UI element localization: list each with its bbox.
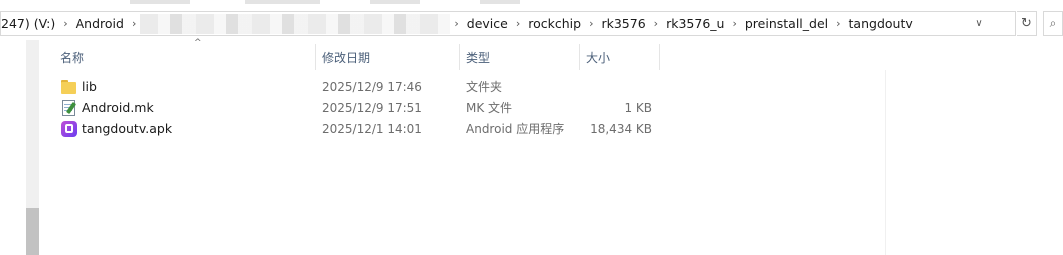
folder-icon — [60, 78, 78, 96]
column-divider — [885, 70, 886, 255]
breadcrumb-separator-icon[interactable]: › — [730, 17, 738, 30]
breadcrumb-separator-icon[interactable]: › — [652, 17, 660, 30]
column-header-label: 大小 — [586, 50, 611, 65]
breadcrumb-rockchip[interactable]: rockchip › — [522, 12, 595, 35]
column-header-label: 类型 — [466, 50, 491, 65]
file-date: 2025/12/9 17:51 — [322, 100, 422, 115]
breadcrumb-label: preinstall_del — [744, 16, 829, 31]
file-size: 18,434 KB — [590, 121, 652, 136]
breadcrumb-separator-icon[interactable]: › — [587, 17, 595, 30]
breadcrumb-label: rockchip — [528, 16, 582, 31]
file-row-android-mk[interactable]: Android.mk 2025/12/9 17:51 MK 文件 1 KB — [40, 97, 885, 118]
column-header-row: 名称 ^ 修改日期 类型 大小 — [40, 38, 1063, 70]
breadcrumb-device[interactable]: device › — [461, 12, 522, 35]
breadcrumb-separator-icon[interactable]: › — [514, 17, 522, 30]
breadcrumb-label: 247) (V:) — [1, 16, 56, 31]
file-type: 文件夹 — [466, 80, 503, 94]
breadcrumb-label: tangdoutv — [848, 16, 913, 31]
file-type: Android 应用程序 — [466, 122, 565, 136]
breadcrumb-label: rk3576_u — [666, 16, 725, 31]
sort-ascending-icon: ^ — [194, 38, 202, 48]
file-name: Android.mk — [82, 100, 154, 115]
column-header-type[interactable]: 类型 — [460, 44, 580, 70]
ribbon-remnant — [0, 0, 1063, 8]
breadcrumb-label: rk3576 — [601, 16, 646, 31]
column-header-size[interactable]: 大小 — [580, 44, 660, 70]
breadcrumb-separator-icon[interactable]: › — [834, 17, 842, 30]
column-header-label: 名称 — [60, 50, 85, 65]
refresh-icon[interactable]: ↻ — [1017, 11, 1037, 36]
breadcrumb-separator-icon[interactable]: › — [130, 17, 138, 30]
breadcrumb-label: device — [466, 16, 508, 31]
breadcrumb-android[interactable]: Android › — [70, 12, 139, 35]
nav-pane-scroll-thumb[interactable] — [26, 208, 39, 255]
breadcrumb-separator-icon[interactable]: › — [61, 17, 69, 30]
file-size — [580, 76, 652, 97]
file-date: 2025/12/9 17:46 — [322, 79, 422, 94]
breadcrumb-rk3576-u[interactable]: rk3576_u › — [660, 12, 739, 35]
breadcrumb-label: Android — [75, 16, 124, 31]
column-header-date[interactable]: 修改日期 — [316, 44, 460, 70]
breadcrumb-rk3576[interactable]: rk3576 › — [595, 12, 660, 35]
chevron-down-icon[interactable]: ∨ — [969, 12, 989, 35]
file-list: lib 2025/12/9 17:46 文件夹 Android.mk 2025/… — [40, 76, 885, 139]
file-name: lib — [82, 79, 97, 94]
file-row-lib[interactable]: lib 2025/12/9 17:46 文件夹 — [40, 76, 885, 97]
file-size: 1 KB — [624, 100, 652, 115]
file-row-tangdoutv-apk[interactable]: tangdoutv.apk 2025/12/1 14:01 Android 应用… — [40, 118, 885, 139]
breadcrumb-tangdoutv[interactable]: tangdoutv — [843, 12, 919, 35]
mk-file-icon — [60, 99, 78, 117]
breadcrumb-separator-icon[interactable]: › — [452, 17, 460, 30]
address-bar[interactable]: 247) (V:) › Android › › device › rockchi… — [0, 11, 1016, 36]
column-header-name[interactable]: 名称 ^ — [54, 38, 316, 70]
file-date: 2025/12/1 14:01 — [322, 121, 422, 136]
file-type: MK 文件 — [466, 101, 513, 115]
breadcrumb-preinstall-del[interactable]: preinstall_del › — [739, 12, 843, 35]
breadcrumb-separator[interactable]: › — [452, 12, 460, 35]
blurred-path-segment — [140, 13, 451, 34]
search-icon[interactable]: ⌕ — [1043, 11, 1063, 36]
file-name: tangdoutv.apk — [82, 121, 173, 136]
apk-file-icon — [60, 120, 78, 138]
column-header-label: 修改日期 — [322, 50, 371, 65]
file-explorer-window: 247) (V:) › Android › › device › rockchi… — [0, 0, 1063, 255]
breadcrumb-drive[interactable]: 247) (V:) › — [1, 12, 70, 35]
